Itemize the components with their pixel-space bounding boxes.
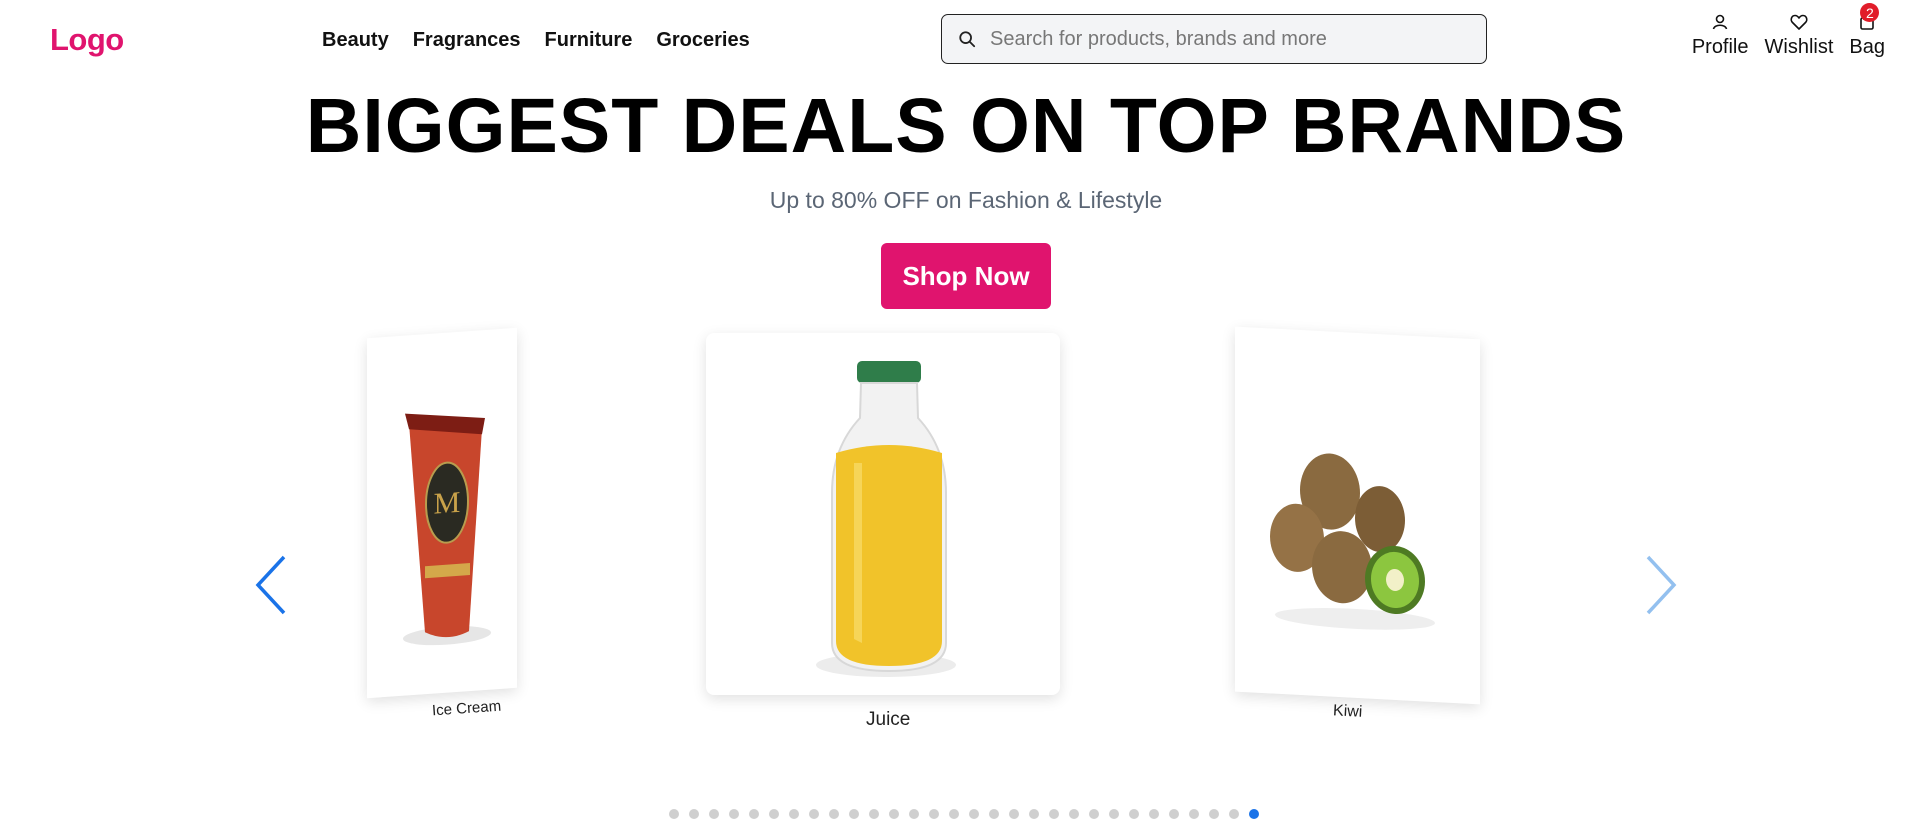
user-icon bbox=[1712, 14, 1728, 30]
carousel-label-ice-cream: Ice Cream bbox=[431, 697, 502, 720]
carousel-dot[interactable] bbox=[729, 809, 739, 819]
carousel-dot[interactable] bbox=[1069, 809, 1079, 819]
heart-icon bbox=[1790, 14, 1808, 30]
wishlist-button[interactable]: Wishlist bbox=[1764, 8, 1834, 59]
carousel-dot[interactable] bbox=[1009, 809, 1019, 819]
profile-button[interactable]: Profile bbox=[1692, 8, 1749, 59]
carousel-dot[interactable] bbox=[1189, 809, 1199, 819]
carousel-label-juice: Juice bbox=[866, 709, 911, 730]
carousel-dot[interactable] bbox=[769, 809, 779, 819]
kiwi-fruit-icon bbox=[1270, 453, 1435, 630]
carousel-dot[interactable] bbox=[1049, 809, 1059, 819]
carousel-dot[interactable] bbox=[1229, 809, 1239, 819]
carousel-dot[interactable] bbox=[949, 809, 959, 819]
carousel-dot[interactable] bbox=[989, 809, 999, 819]
svg-text:M: M bbox=[434, 486, 461, 521]
carousel-dot[interactable] bbox=[889, 809, 899, 819]
carousel-label-kiwi: Kiwi bbox=[1332, 702, 1363, 721]
site-header: Logo Beauty Fragrances Furniture Groceri… bbox=[0, 0, 1915, 84]
carousel-dot[interactable] bbox=[909, 809, 919, 819]
nav-item-beauty[interactable]: Beauty bbox=[322, 29, 389, 52]
juice-bottle-icon bbox=[816, 361, 956, 677]
logo[interactable]: Logo bbox=[50, 22, 124, 58]
carousel-dot[interactable] bbox=[1249, 809, 1259, 819]
nav-item-groceries[interactable]: Groceries bbox=[656, 29, 749, 52]
profile-label: Profile bbox=[1691, 36, 1749, 58]
carousel-card-kiwi[interactable] bbox=[1235, 326, 1480, 705]
carousel-prev-arrow[interactable] bbox=[252, 553, 292, 617]
wishlist-label: Wishlist bbox=[1764, 36, 1834, 58]
carousel-dot[interactable] bbox=[1149, 809, 1159, 819]
ice-cream-tub-icon: M bbox=[403, 413, 491, 646]
carousel-dot[interactable] bbox=[969, 809, 979, 819]
bag-button[interactable]: 2 Bag bbox=[1849, 3, 1885, 59]
shop-now-button[interactable]: Shop Now bbox=[881, 243, 1051, 309]
carousel-dot[interactable] bbox=[1109, 809, 1119, 819]
search-input[interactable] bbox=[988, 26, 1472, 52]
carousel-dot[interactable] bbox=[829, 809, 839, 819]
carousel-dot[interactable] bbox=[1029, 809, 1039, 819]
carousel-dot[interactable] bbox=[1129, 809, 1139, 819]
carousel-dot[interactable] bbox=[929, 809, 939, 819]
carousel-dot[interactable] bbox=[669, 809, 679, 819]
main-nav: Beauty Fragrances Furniture Groceries bbox=[322, 29, 750, 52]
search-icon bbox=[959, 31, 976, 48]
carousel-dot[interactable] bbox=[749, 809, 759, 819]
search-bar[interactable] bbox=[941, 14, 1487, 64]
carousel-dot[interactable] bbox=[1089, 809, 1099, 819]
bag-label: Bag bbox=[1849, 36, 1885, 58]
carousel-dot[interactable] bbox=[689, 809, 699, 819]
nav-item-fragrances[interactable]: Fragrances bbox=[413, 29, 521, 52]
carousel-card-juice[interactable] bbox=[706, 333, 1060, 695]
nav-item-furniture[interactable]: Furniture bbox=[545, 29, 633, 52]
carousel-dot[interactable] bbox=[1209, 809, 1219, 819]
header-actions: Profile Wishlist 2 Bag bbox=[1692, 3, 1885, 59]
carousel-dot[interactable] bbox=[789, 809, 799, 819]
carousel-dot[interactable] bbox=[869, 809, 879, 819]
carousel-dot[interactable] bbox=[809, 809, 819, 819]
carousel-next-arrow[interactable] bbox=[1640, 553, 1680, 617]
hero-title: BIGGEST DEALS ON TOP BRANDS bbox=[305, 83, 1627, 169]
carousel-dot[interactable] bbox=[1169, 809, 1179, 819]
carousel-card-ice-cream[interactable]: M bbox=[367, 327, 517, 699]
hero-subtitle: Up to 80% OFF on Fashion & Lifestyle bbox=[769, 187, 1163, 213]
carousel-dot[interactable] bbox=[849, 809, 859, 819]
carousel-pagination bbox=[669, 809, 1259, 819]
carousel-dot[interactable] bbox=[709, 809, 719, 819]
